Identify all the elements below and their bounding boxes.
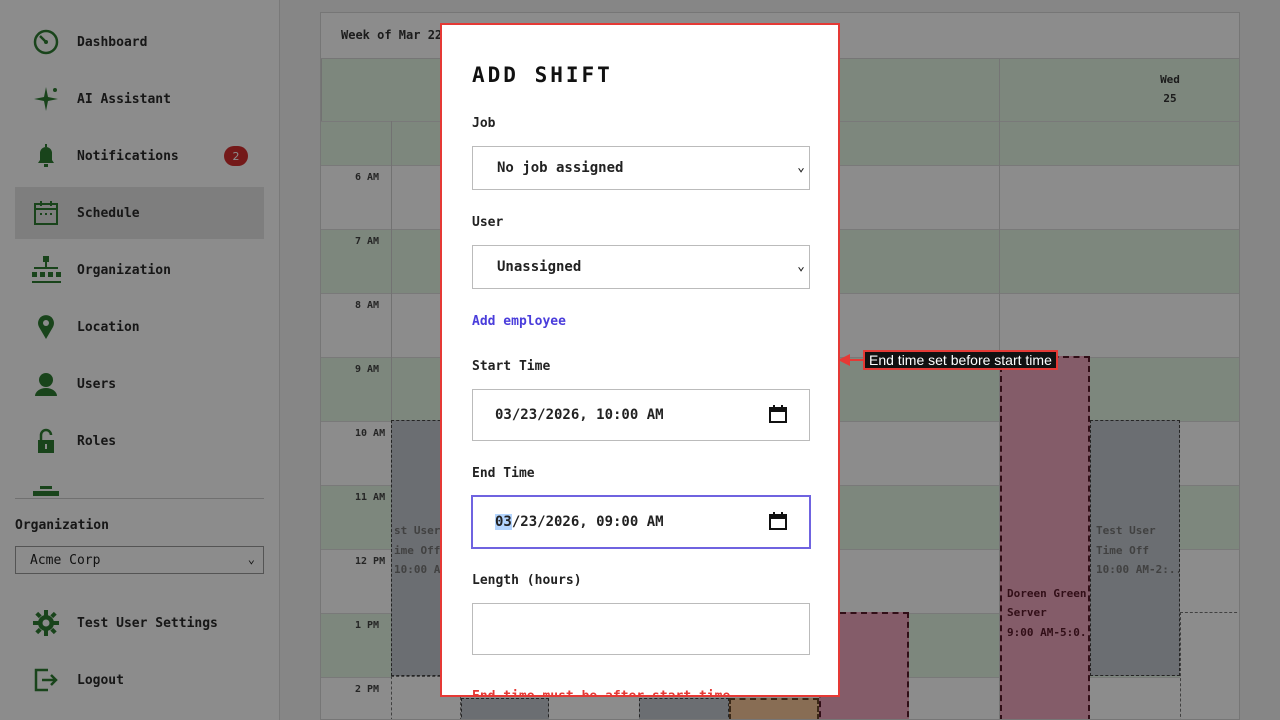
- calendar-picker-icon[interactable]: [769, 512, 787, 534]
- modal-title: ADD SHIFT: [472, 63, 613, 87]
- job-label: Job: [472, 116, 496, 131]
- job-select[interactable]: No job assigned ⌄: [472, 146, 810, 190]
- start-time-value: 03/23/2026, 10:00 AM: [495, 407, 664, 423]
- length-input[interactable]: [472, 603, 810, 655]
- annotation-arrowhead: [838, 354, 850, 366]
- start-time-input[interactable]: 03/23/2026, 10:00 AM: [472, 389, 810, 441]
- calendar-picker-icon[interactable]: [769, 405, 787, 427]
- job-select-value: No job assigned: [497, 160, 624, 176]
- start-time-label: Start Time: [472, 359, 551, 374]
- end-time-input[interactable]: 03/23/2026, 09:00 AM: [471, 495, 811, 549]
- end-time-month-segment: 03: [495, 514, 512, 530]
- validation-error: End time must be after start time: [472, 689, 731, 697]
- add-employee-link[interactable]: Add employee: [472, 314, 566, 329]
- chevron-down-icon: ⌄: [797, 259, 805, 274]
- chevron-down-icon: ⌄: [797, 160, 805, 175]
- length-label: Length (hours): [472, 573, 582, 588]
- user-select[interactable]: Unassigned ⌄: [472, 245, 810, 289]
- end-time-label: End Time: [472, 466, 535, 481]
- user-select-value: Unassigned: [497, 259, 582, 275]
- annotation-label: End time set before start time: [863, 350, 1058, 370]
- add-shift-modal: ADD SHIFT Job No job assigned ⌄ User Una…: [440, 23, 840, 697]
- user-label: User: [472, 215, 504, 230]
- end-time-value: /23/2026, 09:00 AM: [511, 514, 664, 530]
